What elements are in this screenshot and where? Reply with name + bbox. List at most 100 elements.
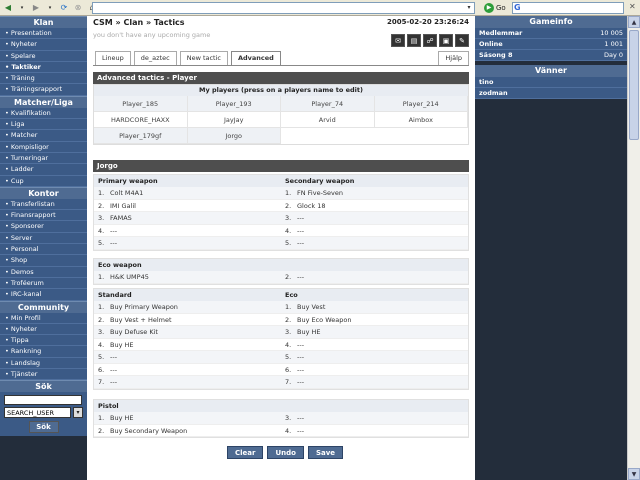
stop-icon[interactable]: ⊗ <box>72 2 84 14</box>
list-item[interactable]: 1. Buy Vest <box>281 301 468 314</box>
tab-help[interactable]: Hjälp <box>438 51 469 65</box>
list-item[interactable]: 5. --- <box>281 237 468 250</box>
nav-item[interactable]: • Cup <box>0 175 87 187</box>
list-item[interactable]: 6. --- <box>94 364 281 376</box>
list-item[interactable]: 5. --- <box>281 351 468 364</box>
nav-item[interactable]: • IRC-kanal <box>0 289 87 301</box>
friend-link[interactable]: tino <box>475 77 627 88</box>
nav-item[interactable]: • Tjänster <box>0 369 87 381</box>
news-icon[interactable]: ▤ <box>407 34 421 47</box>
nav-item[interactable]: • Spelare <box>0 50 87 62</box>
tab-3[interactable]: Advanced <box>230 51 281 65</box>
nav-item[interactable]: • Träningsrapport <box>0 84 87 96</box>
player-link[interactable]: Jorgo <box>187 128 281 144</box>
list-item[interactable]: 2. IMI Galil <box>94 200 281 212</box>
nav-item[interactable]: • Rankning <box>0 346 87 358</box>
close-icon[interactable]: ✕ <box>629 2 636 11</box>
undo-button[interactable]: Undo <box>267 446 304 459</box>
list-item[interactable]: 4. --- <box>94 225 281 237</box>
list-item[interactable]: 5. --- <box>94 237 281 250</box>
list-item[interactable]: 2. Buy Secondary Weapon <box>94 425 281 437</box>
notes-icon[interactable]: ✎ <box>455 34 469 47</box>
nav-item[interactable]: • Shop <box>0 255 87 267</box>
nav-item[interactable]: • Transferlistan <box>0 198 87 211</box>
tab-0[interactable]: Lineup <box>95 51 131 65</box>
nav-item[interactable]: • Landslag <box>0 357 87 370</box>
nav-item[interactable]: • Nyheter <box>0 39 87 51</box>
page-scrollbar[interactable]: ▲ ▼ <box>627 16 640 480</box>
clear-button[interactable]: Clear <box>227 446 264 459</box>
search-button[interactable]: Sök <box>28 421 59 434</box>
forum-icon[interactable]: ☍ <box>423 34 437 47</box>
nav-item[interactable]: • Matcher <box>0 130 87 142</box>
player-link[interactable]: JayJay <box>187 112 281 128</box>
list-item[interactable]: 2. Buy Eco Weapon <box>281 314 468 326</box>
tab-2[interactable]: New tactic <box>179 51 228 65</box>
nav-item[interactable]: • Min Profil <box>0 312 87 324</box>
list-item[interactable]: 3. FAMAS <box>94 212 281 225</box>
player-link[interactable]: Player_214 <box>374 96 468 112</box>
forward-icon[interactable]: ▶ <box>30 2 42 14</box>
list-item[interactable]: 3. Buy HE <box>281 326 468 339</box>
list-item[interactable]: 4. --- <box>281 425 468 437</box>
go-button[interactable]: ▶ Go <box>484 2 506 14</box>
dropdown-icon[interactable]: ▾ <box>44 2 56 14</box>
list-item[interactable]: 2. Buy Vest + Helmet <box>94 314 281 326</box>
search-user-input[interactable] <box>4 395 82 406</box>
player-link[interactable]: Aimbox <box>374 112 468 128</box>
list-item[interactable]: 3. Buy Defuse Kit <box>94 326 281 339</box>
list-item[interactable]: 3. --- <box>281 212 468 225</box>
list-item[interactable]: 3. --- <box>281 412 468 425</box>
nav-item[interactable]: • Server <box>0 232 87 245</box>
mail-icon[interactable]: ✉ <box>391 34 405 47</box>
reload-icon[interactable]: ⟳ <box>58 2 70 14</box>
nav-item[interactable]: • Tippa <box>0 335 87 347</box>
list-item[interactable]: 4. Buy HE <box>94 339 281 351</box>
back-icon[interactable]: ◀ <box>2 2 14 14</box>
list-item[interactable]: 5. --- <box>94 351 281 364</box>
nav-item[interactable]: • Träning <box>0 73 87 85</box>
list-item[interactable]: 6. --- <box>281 364 468 376</box>
list-item[interactable]: 1. Buy Primary Weapon <box>94 301 281 314</box>
list-item[interactable]: 2. Glock 18 <box>281 200 468 212</box>
list-item[interactable]: 4. --- <box>281 225 468 237</box>
nav-item[interactable]: • Nyheter <box>0 323 87 336</box>
nav-item[interactable]: • Ladder <box>0 164 87 176</box>
player-link[interactable]: Player_74 <box>281 96 375 112</box>
nav-item[interactable]: • Troféerum <box>0 277 87 290</box>
player-link[interactable]: Player_185 <box>94 96 188 112</box>
dropdown-icon[interactable]: ▾ <box>16 2 28 14</box>
nav-item[interactable]: • Kompisligor <box>0 141 87 153</box>
url-input[interactable]: ▾ <box>92 2 475 14</box>
list-item[interactable]: 7. --- <box>94 376 281 389</box>
player-link[interactable]: Player_179gf <box>94 128 188 144</box>
list-item[interactable]: 1. Colt M4A1 <box>94 187 281 200</box>
nav-item[interactable]: • Personal <box>0 244 87 256</box>
scroll-thumb[interactable] <box>629 30 639 140</box>
nav-item[interactable]: • Turneringar <box>0 152 87 165</box>
list-item[interactable]: 1. Buy HE <box>94 412 281 425</box>
chevron-down-icon[interactable]: ▾ <box>73 407 83 419</box>
nav-item[interactable]: • Finansrapport <box>0 210 87 222</box>
list-item[interactable]: 2. --- <box>281 271 468 284</box>
scroll-up-icon[interactable]: ▲ <box>628 16 640 28</box>
nav-item[interactable]: • Presentation <box>0 28 87 40</box>
list-item[interactable]: 7. --- <box>281 376 468 389</box>
camera-icon[interactable]: ▣ <box>439 34 453 47</box>
nav-item[interactable]: • Liga <box>0 119 87 131</box>
list-item[interactable]: 4. --- <box>281 339 468 351</box>
chevron-down-icon[interactable]: ▾ <box>464 3 474 13</box>
save-button[interactable]: Save <box>307 446 344 459</box>
player-link[interactable]: Arvid <box>281 112 375 128</box>
nav-item[interactable]: • Kvalifikation <box>0 107 87 120</box>
list-item[interactable]: 1. FN Five-Seven <box>281 187 468 200</box>
player-link[interactable]: Player_193 <box>187 96 281 112</box>
nav-item[interactable]: • Demos <box>0 266 87 278</box>
player-link[interactable]: HARDCORE_HAXX <box>94 112 188 128</box>
tab-1[interactable]: de_aztec <box>133 51 177 65</box>
scroll-down-icon[interactable]: ▼ <box>628 468 640 480</box>
nav-item[interactable]: • Taktiker <box>0 61 87 74</box>
friend-link[interactable]: zodman <box>475 88 627 99</box>
search-input[interactable]: G <box>512 2 624 14</box>
list-item[interactable]: 1. H&K UMP45 <box>94 271 281 284</box>
